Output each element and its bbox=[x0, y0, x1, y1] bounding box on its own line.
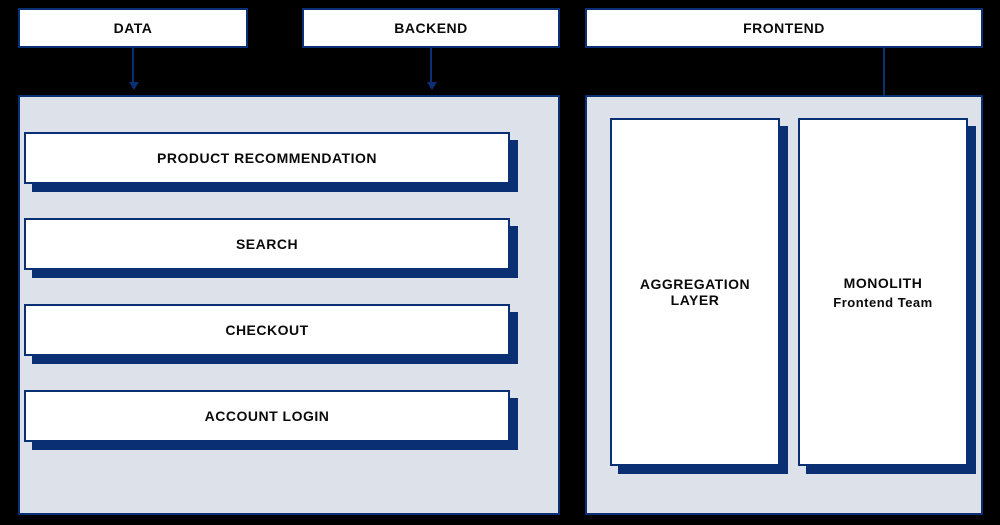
service-box-checkout: CHECKOUT bbox=[24, 304, 510, 356]
service-box-search: SEARCH bbox=[24, 218, 510, 270]
box-monolith: MONOLITH Frontend Team bbox=[798, 118, 968, 466]
service-box-account-login: ACCOUNT LOGIN bbox=[24, 390, 510, 442]
header-backend: BACKEND bbox=[302, 8, 560, 48]
box-aggregation-layer: AGGREGATION LAYER bbox=[610, 118, 780, 466]
arrow-down-icon bbox=[430, 48, 432, 88]
arrow-down-icon bbox=[132, 48, 134, 88]
header-data-label: DATA bbox=[114, 20, 153, 36]
header-data: DATA bbox=[18, 8, 248, 48]
monolith-title: MONOLITH bbox=[844, 275, 923, 291]
service-label: CHECKOUT bbox=[225, 322, 308, 338]
header-backend-label: BACKEND bbox=[394, 20, 468, 36]
service-box-product-recommendation: PRODUCT RECOMMENDATION bbox=[24, 132, 510, 184]
service-label: SEARCH bbox=[236, 236, 298, 252]
monolith-subtitle: Frontend Team bbox=[833, 295, 932, 310]
diagram-canvas: DATA BACKEND FRONTEND PRODUCT RECOMMENDA… bbox=[0, 0, 1000, 525]
service-label: ACCOUNT LOGIN bbox=[205, 408, 330, 424]
service-label: PRODUCT RECOMMENDATION bbox=[157, 150, 377, 166]
header-frontend: FRONTEND bbox=[585, 8, 983, 48]
header-frontend-label: FRONTEND bbox=[743, 20, 825, 36]
aggregation-title: AGGREGATION LAYER bbox=[620, 276, 770, 308]
